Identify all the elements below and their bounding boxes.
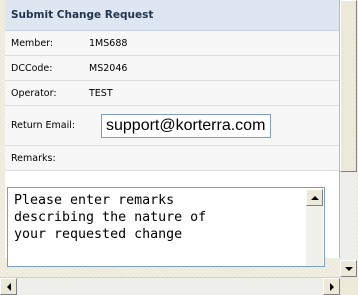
page-scroll-left-button[interactable] <box>0 278 17 295</box>
remarks-label: Remarks: <box>11 152 56 164</box>
scrollbar-corner <box>340 277 358 295</box>
remarks-scroll-up-button[interactable] <box>306 189 323 206</box>
page-scroll-right-button[interactable] <box>323 278 340 295</box>
operator-value: TEST <box>89 87 113 99</box>
return-email-row: Return Email: support@korterra.com <box>5 106 339 146</box>
page-vertical-scroll-thumb[interactable] <box>340 0 357 172</box>
remarks-row: Remarks: <box>5 146 339 171</box>
page-vertical-scrollbar[interactable] <box>340 0 357 277</box>
return-email-label: Return Email: <box>11 120 76 131</box>
operator-label: Operator: <box>11 87 57 99</box>
dccode-label: DCCode: <box>11 62 53 74</box>
arrow-right-icon <box>329 282 334 291</box>
member-row: Member: 1MS688 <box>5 31 339 56</box>
dccode-value: MS2046 <box>89 62 128 74</box>
operator-row: Operator: TEST <box>5 81 339 106</box>
arrow-left-icon <box>6 282 11 291</box>
remarks-scrollbar[interactable] <box>306 189 323 266</box>
remarks-text: Please enter remarks describing the natu… <box>14 193 207 242</box>
member-value: 1MS688 <box>89 37 128 49</box>
arrow-up-icon <box>310 195 319 200</box>
page-horizontal-scrollbar[interactable] <box>0 277 340 295</box>
remarks-textarea[interactable]: Please enter remarks describing the natu… <box>7 187 325 267</box>
member-label: Member: <box>11 37 54 49</box>
return-email-input[interactable]: support@korterra.com <box>101 113 271 138</box>
dccode-row: DCCode: MS2046 <box>5 56 339 81</box>
arrow-down-icon <box>344 266 353 271</box>
form-title: Submit Change Request <box>5 0 339 31</box>
page-scroll-down-button[interactable] <box>340 260 357 277</box>
